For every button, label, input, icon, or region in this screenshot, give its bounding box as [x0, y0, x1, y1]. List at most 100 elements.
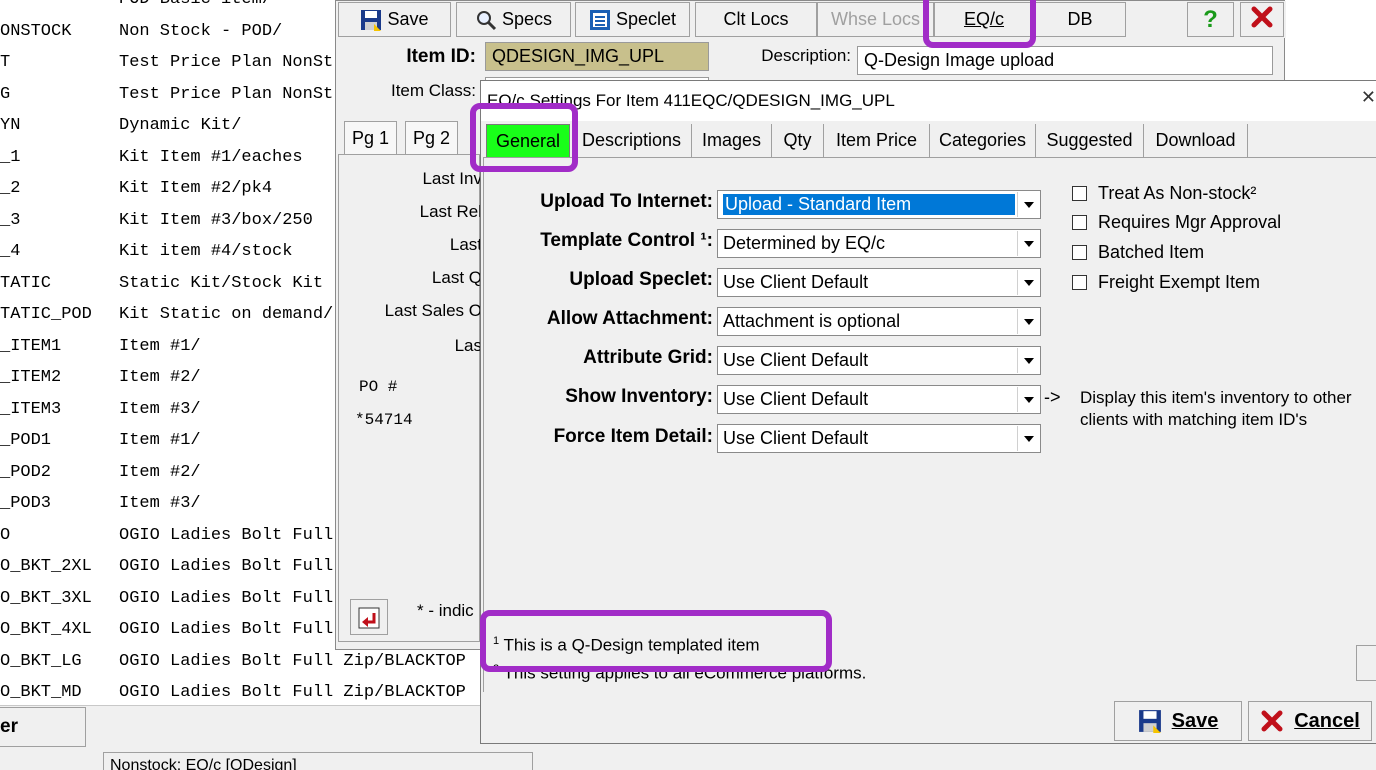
list-item-description: Item #1/: [119, 431, 201, 450]
list-item-description: Dynamic Kit/: [119, 116, 242, 135]
close-x-icon: [1250, 5, 1274, 34]
clt-locs-button[interactable]: Clt Locs: [695, 2, 817, 37]
list-item-code: _4: [0, 242, 21, 261]
tab-categories[interactable]: Categories: [930, 124, 1036, 158]
list-item-code: _POD2: [0, 463, 52, 482]
dialog-title: EQ/c Settings For Item 411EQC/QDESIGN_IM…: [481, 81, 1376, 121]
template-control-select[interactable]: Determined by EQ/c: [717, 229, 1041, 258]
checkbox-box[interactable]: [1072, 245, 1087, 260]
dialog-cancel-button[interactable]: Cancel: [1248, 701, 1372, 741]
close-button[interactable]: [1240, 2, 1284, 37]
dialog-save-label: Save: [1171, 709, 1219, 732]
page-tab-2[interactable]: Pg 2: [405, 121, 459, 155]
tab-item-price[interactable]: Item Price: [824, 124, 930, 158]
db-label: DB: [1067, 9, 1093, 29]
list-item-description: OGIO Ladies Bolt Full Zip/BLACKTOP: [119, 652, 466, 671]
tab-download[interactable]: Download: [1144, 124, 1248, 158]
inventory-note: Display this item's inventory to other c…: [1080, 388, 1352, 429]
list-item-description: OGIO Ladies Bolt Full: [119, 557, 334, 576]
item-id-field[interactable]: QDESIGN_IMG_UPL: [485, 42, 709, 71]
list-item-description: Kit Item #1/eaches: [119, 148, 303, 167]
list-item-code: _1: [0, 148, 21, 167]
show-inventory-select[interactable]: Use Client Default: [717, 385, 1041, 414]
list-item-code: O_BKT_3XL: [0, 589, 92, 608]
speclet-button[interactable]: Speclet: [575, 2, 690, 37]
list-item-code: _2: [0, 179, 21, 198]
chevron-down-icon[interactable]: [1017, 192, 1039, 217]
back-arrow-button[interactable]: [350, 599, 388, 635]
checkbox-box[interactable]: [1072, 186, 1087, 201]
checkbox-box[interactable]: [1072, 275, 1087, 290]
arrow-left-icon: [358, 607, 380, 634]
list-item-description: OGIO Ladies Bolt Full: [119, 589, 334, 608]
magnifier-icon: [475, 9, 497, 31]
list-item-description: OGIO Ladies Bolt Full: [119, 620, 334, 639]
tab-descriptions[interactable]: Descriptions: [572, 124, 692, 158]
upload-speclet-select[interactable]: Use Client Default: [717, 268, 1041, 297]
force-item-detail-select[interactable]: Use Client Default: [717, 424, 1041, 453]
list-item-code: O_BKT_LG: [0, 652, 82, 671]
list-item-code: YN: [0, 116, 21, 135]
attribute-grid-label: Attribute Grid:: [583, 347, 713, 368]
list-item-description: Kit Item #3/box/250: [119, 211, 313, 230]
list-item-code: TATIC: [0, 274, 52, 293]
chevron-down-icon[interactable]: [1017, 309, 1039, 334]
whse-locs-button[interactable]: Whse Locs: [817, 2, 934, 37]
list-item-description: Test Price Plan NonSt: [119, 85, 334, 104]
requires-mgr-approval-checkbox[interactable]: Requires Mgr Approval: [1072, 212, 1281, 233]
list-item-code: O_BKT_4XL: [0, 620, 92, 639]
list-item-code: ONSTOCK: [0, 22, 72, 41]
db-button[interactable]: DB: [1034, 2, 1126, 37]
list-item-code: _3: [0, 211, 21, 230]
dialog-side-button[interactable]: [1356, 645, 1376, 681]
tab-suggested[interactable]: Suggested: [1036, 124, 1144, 158]
upload-to-internet-select[interactable]: Upload - Standard Item: [717, 190, 1041, 219]
las-label: Las: [454, 336, 482, 355]
last-q-label: Last Q: [431, 268, 482, 287]
background-button[interactable]: er: [0, 707, 86, 747]
chevron-down-icon[interactable]: [1017, 426, 1039, 451]
document-list-icon: [589, 9, 611, 31]
freight-exempt-label: Freight Exempt Item: [1098, 272, 1261, 292]
last-inv-label: Last Inv: [422, 169, 482, 188]
chevron-down-icon[interactable]: [1017, 387, 1039, 412]
save-toolbar-button[interactable]: Save: [338, 2, 451, 37]
batched-item-label: Batched Item: [1098, 242, 1205, 262]
dialog-save-button[interactable]: Save: [1114, 701, 1242, 741]
tab-qty[interactable]: Qty: [772, 124, 824, 158]
chevron-down-icon[interactable]: [1017, 231, 1039, 256]
description-field[interactable]: Q-Design Image upload: [857, 46, 1273, 75]
footnote-highlight: [480, 610, 832, 672]
tab-images[interactable]: Images: [692, 124, 772, 158]
help-button[interactable]: ?: [1187, 2, 1234, 37]
specs-button[interactable]: Specs: [456, 2, 571, 37]
list-item-code: T: [0, 53, 11, 72]
checkbox-box[interactable]: [1072, 215, 1087, 230]
list-item-description: Kit item #4/stock: [119, 242, 293, 261]
treat-as-nonstock-checkbox[interactable]: Treat As Non-stock²: [1072, 183, 1256, 204]
freight-exempt-checkbox[interactable]: Freight Exempt Item: [1072, 272, 1260, 293]
upload-to-internet-value: Upload - Standard Item: [723, 194, 1015, 215]
chevron-down-icon[interactable]: [1017, 348, 1039, 373]
force-item-detail-value: Use Client Default: [723, 428, 869, 448]
force-item-detail-label: Force Item Detail:: [553, 426, 713, 447]
dialog-close-icon[interactable]: ✕: [1361, 87, 1376, 108]
list-item-code: _POD3: [0, 494, 52, 513]
list-item-code: O_BKT_2XL: [0, 557, 92, 576]
list-item-description: Item #3/: [119, 494, 201, 513]
general-tab-highlight: [470, 103, 578, 172]
batched-item-checkbox[interactable]: Batched Item: [1072, 242, 1204, 263]
po-value: *54714: [355, 411, 413, 429]
item-class-label: Item Class:: [390, 81, 476, 100]
allow-attachment-value: Attachment is optional: [723, 311, 901, 331]
list-item-description: Kit Static on demand/: [119, 305, 334, 324]
chevron-down-icon[interactable]: [1017, 270, 1039, 295]
treat-as-nonstock-label: Treat As Non-stock²: [1098, 183, 1257, 203]
upload-to-internet-label: Upload To Internet:: [540, 191, 713, 212]
allow-attachment-select[interactable]: Attachment is optional: [717, 307, 1041, 336]
eqc-button-highlight: [923, 0, 1036, 48]
page-tab-1[interactable]: Pg 1: [344, 121, 398, 155]
attribute-grid-select[interactable]: Use Client Default: [717, 346, 1041, 375]
item-id-label: Item ID:: [406, 46, 476, 67]
status-bar-cell: Nonstock: EQ/c [QDesign]: [103, 752, 533, 770]
